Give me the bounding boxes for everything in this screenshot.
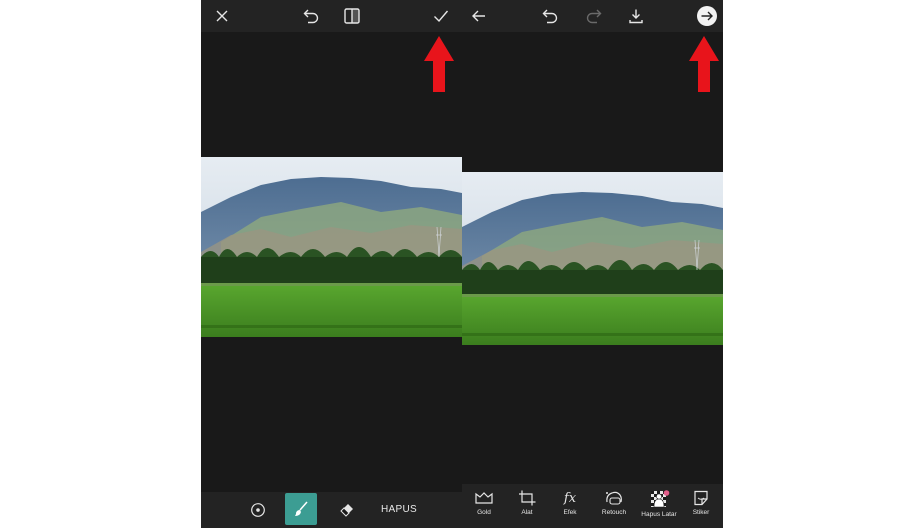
tool-efek-button[interactable]: fx Efek xyxy=(558,490,582,516)
compare-icon xyxy=(344,8,360,24)
tools-toolbar: Gold Alat fx Efek Retouch Hapus Latar St… xyxy=(462,484,723,528)
tool-label: Stiker xyxy=(692,509,710,516)
tool-hapus-latar-button[interactable]: Hapus Latar xyxy=(641,490,677,518)
brush-tool-button[interactable] xyxy=(285,493,317,525)
undo-button[interactable] xyxy=(299,4,323,28)
tool-label: Efek xyxy=(563,509,577,516)
fx-icon: fx xyxy=(563,491,577,506)
erase-all-button[interactable]: HAPUS xyxy=(381,504,417,515)
remove-bg-icon xyxy=(651,490,670,508)
tool-label: Retouch xyxy=(601,509,627,516)
close-icon xyxy=(216,10,228,22)
redo-button[interactable] xyxy=(582,4,606,28)
tool-alat-button[interactable]: Alat xyxy=(515,490,539,516)
svg-text:fx: fx xyxy=(563,491,577,506)
close-button[interactable] xyxy=(210,4,234,28)
retouch-icon xyxy=(606,491,622,505)
back-button[interactable] xyxy=(467,4,491,28)
back-arrow-icon xyxy=(472,10,485,22)
landscape-photo xyxy=(462,172,723,345)
undo-icon xyxy=(303,9,319,24)
photo-canvas[interactable] xyxy=(462,172,723,345)
sticker-icon xyxy=(694,490,708,506)
download-button[interactable] xyxy=(624,4,648,28)
tool-retouch-button[interactable]: Retouch xyxy=(599,490,629,516)
next-arrow-icon xyxy=(697,6,717,26)
landscape-photo xyxy=(201,157,462,337)
next-button[interactable] xyxy=(695,4,719,28)
editor-top-bar xyxy=(201,0,462,32)
brush-editor-panel: HAPUS xyxy=(201,0,462,528)
tool-stiker-button[interactable]: Stiker xyxy=(688,490,714,516)
photo-canvas[interactable] xyxy=(201,157,462,337)
undo-icon xyxy=(542,9,558,24)
brush-size-button[interactable] xyxy=(248,500,268,520)
brush-toolbar: HAPUS xyxy=(201,492,462,528)
compare-button[interactable] xyxy=(340,4,364,28)
download-icon xyxy=(629,9,643,24)
crop-icon xyxy=(519,490,536,506)
eraser-icon xyxy=(340,504,353,517)
apply-button[interactable] xyxy=(429,4,453,28)
gold-icon xyxy=(475,492,493,504)
tool-label: Alat xyxy=(521,509,533,516)
brush-size-icon xyxy=(251,503,265,517)
annotation-arrow-up xyxy=(689,36,719,92)
editor-top-bar xyxy=(462,0,723,32)
annotation-arrow-up xyxy=(424,36,454,92)
main-editor-panel: Gold Alat fx Efek Retouch Hapus Latar St… xyxy=(462,0,723,528)
tool-label: Hapus Latar xyxy=(641,511,677,518)
eraser-tool-button[interactable] xyxy=(336,499,358,521)
tool-label: Gold xyxy=(477,509,491,516)
checkmark-icon xyxy=(434,10,449,23)
undo-button[interactable] xyxy=(538,4,562,28)
brush-icon xyxy=(295,501,308,516)
tool-gold-button[interactable]: Gold xyxy=(472,490,496,516)
redo-icon xyxy=(586,9,602,24)
